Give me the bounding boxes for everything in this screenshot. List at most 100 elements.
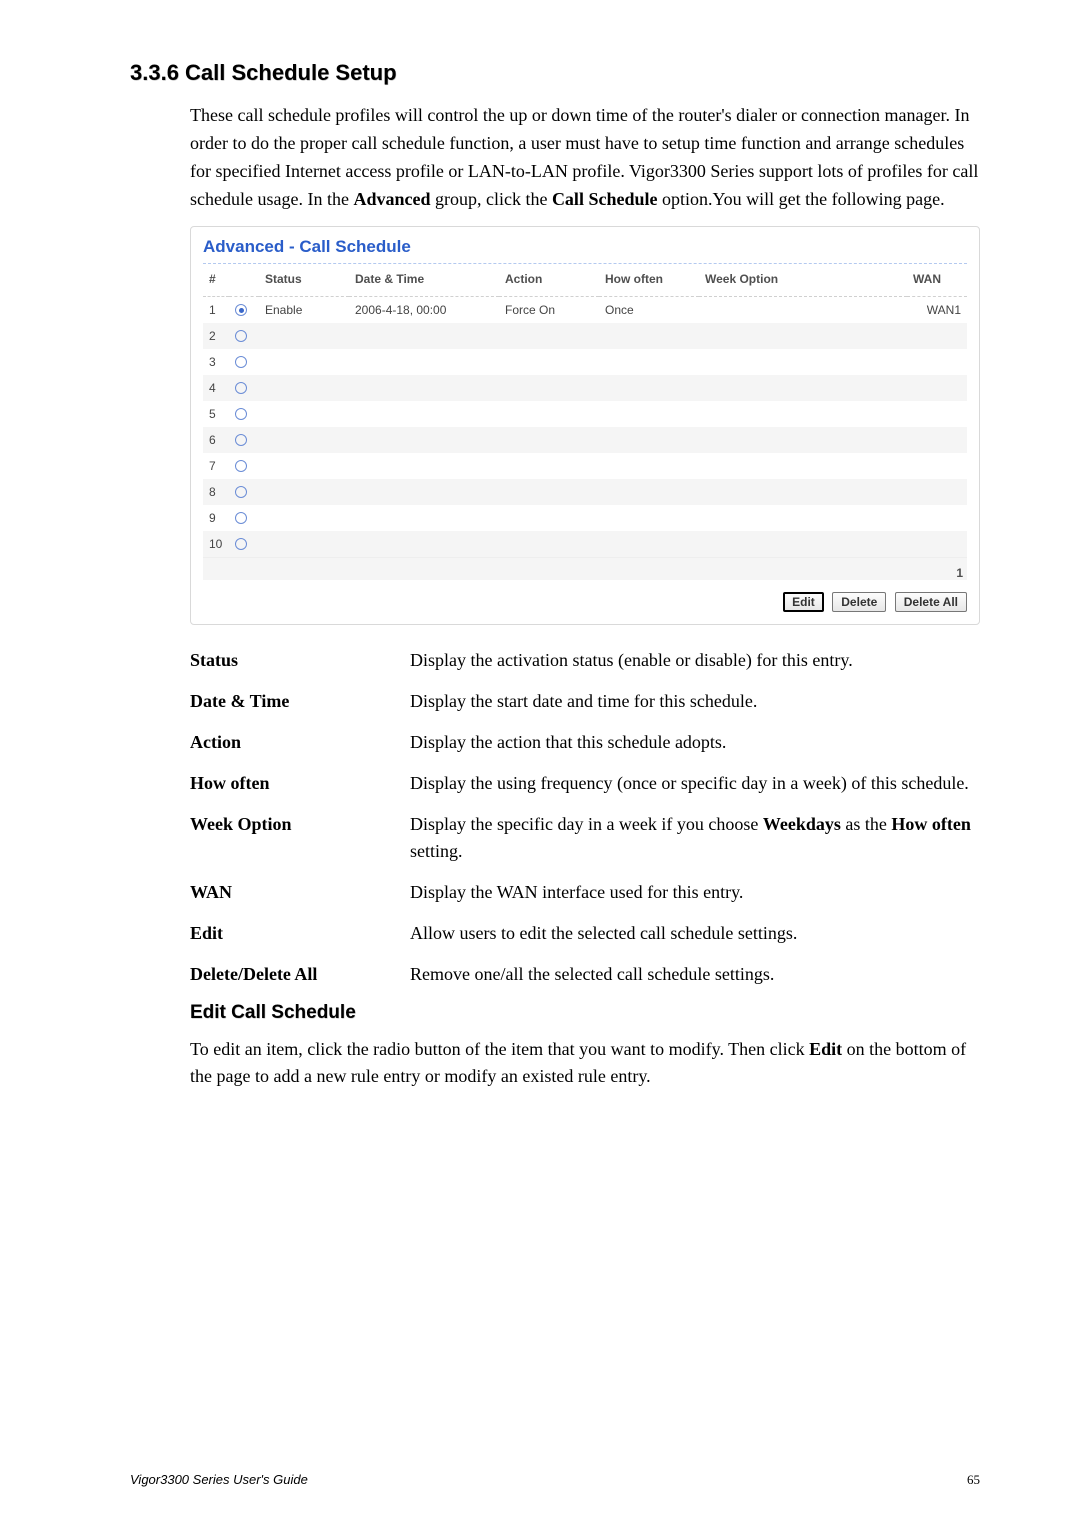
table-row: 1 Enable 2006-4-18, 00:00 Force On Once … [203, 296, 967, 323]
table-row: 6 [203, 427, 967, 453]
def-howoften: How often Display the using frequency (o… [190, 770, 980, 797]
def-deleteall: Delete/Delete All Remove one/all the sel… [190, 961, 980, 988]
call-schedule-screenshot: Advanced - Call Schedule # Status Date &… [190, 226, 980, 625]
cell-num: 1 [203, 296, 229, 323]
cell-weekoption [699, 296, 907, 323]
cell-action: Force On [499, 296, 599, 323]
def-desc: Display the using frequency (once or spe… [410, 770, 980, 797]
radio-selected-icon[interactable] [235, 304, 247, 316]
cell-radio[interactable] [229, 453, 259, 479]
edit-a: To edit an item, click the radio button … [190, 1039, 809, 1059]
radio-icon[interactable] [235, 382, 247, 394]
def-term: Edit [190, 920, 410, 947]
page-number: 65 [967, 1472, 980, 1488]
intro-bold-advanced: Advanced [353, 189, 430, 209]
cell-radio[interactable] [229, 296, 259, 323]
cell-num: 5 [203, 401, 229, 427]
intro-bold-callschedule: Call Schedule [552, 189, 658, 209]
table-row: 10 [203, 531, 967, 557]
cell-num: 6 [203, 427, 229, 453]
col-num: # [203, 264, 229, 297]
def-weekoption: Week Option Display the specific day in … [190, 811, 980, 865]
def-desc: Display the activation status (enable or… [410, 647, 980, 674]
section-heading: 3.3.6 Call Schedule Setup [130, 60, 980, 86]
page-footer: Vigor3300 Series User's Guide 65 [130, 1472, 980, 1488]
cell-num: 8 [203, 479, 229, 505]
cell-radio[interactable] [229, 531, 259, 557]
pager[interactable]: 1 [203, 557, 967, 580]
edit-button[interactable]: Edit [783, 592, 824, 612]
cell-radio[interactable] [229, 427, 259, 453]
intro-text-c: group, click the [430, 189, 551, 209]
cell-num: 3 [203, 349, 229, 375]
wo-b: Weekdays [763, 814, 841, 834]
radio-icon[interactable] [235, 512, 247, 524]
cell-radio[interactable] [229, 349, 259, 375]
def-desc: Remove one/all the selected call schedul… [410, 961, 980, 988]
intro-paragraph: These call schedule profiles will contro… [190, 102, 980, 214]
def-term: Delete/Delete All [190, 961, 410, 988]
cell-radio[interactable] [229, 323, 259, 349]
wo-a: Display the specific day in a week if yo… [410, 814, 763, 834]
table-row: 9 [203, 505, 967, 531]
def-wan: WAN Display the WAN interface used for t… [190, 879, 980, 906]
def-action: Action Display the action that this sche… [190, 729, 980, 756]
delete-all-button[interactable]: Delete All [895, 592, 967, 612]
schedule-table: # Status Date & Time Action How often We… [203, 264, 967, 557]
col-status: Status [259, 264, 349, 297]
table-row: 3 [203, 349, 967, 375]
col-howoften: How often [599, 264, 699, 297]
intro-text-e: option.You will get the following page. [657, 189, 944, 209]
cell-status: Enable [259, 296, 349, 323]
def-term: How often [190, 770, 410, 797]
col-weekoption: Week Option [699, 264, 907, 297]
cell-howoften: Once [599, 296, 699, 323]
wo-d: How often [891, 814, 971, 834]
screenshot-title: Advanced - Call Schedule [203, 237, 967, 264]
cell-wan: WAN1 [907, 296, 967, 323]
table-row: 7 [203, 453, 967, 479]
table-row: 2 [203, 323, 967, 349]
def-desc: Allow users to edit the selected call sc… [410, 920, 980, 947]
cell-radio[interactable] [229, 401, 259, 427]
col-radio [229, 264, 259, 297]
def-term: Week Option [190, 811, 410, 865]
radio-icon[interactable] [235, 538, 247, 550]
def-term: Action [190, 729, 410, 756]
def-term: WAN [190, 879, 410, 906]
cell-radio[interactable] [229, 479, 259, 505]
col-datetime: Date & Time [349, 264, 499, 297]
def-desc: Display the specific day in a week if yo… [410, 811, 980, 865]
col-action: Action [499, 264, 599, 297]
table-row: 5 [203, 401, 967, 427]
cell-num: 10 [203, 531, 229, 557]
wo-c: as the [841, 814, 891, 834]
radio-icon[interactable] [235, 330, 247, 342]
def-datetime: Date & Time Display the start date and t… [190, 688, 980, 715]
cell-radio[interactable] [229, 505, 259, 531]
radio-icon[interactable] [235, 434, 247, 446]
table-header-row: # Status Date & Time Action How often We… [203, 264, 967, 297]
footer-left: Vigor3300 Series User's Guide [130, 1472, 308, 1488]
def-term: Status [190, 647, 410, 674]
sub-heading-edit: Edit Call Schedule [190, 1002, 980, 1024]
radio-icon[interactable] [235, 356, 247, 368]
cell-num: 4 [203, 375, 229, 401]
cell-radio[interactable] [229, 375, 259, 401]
edit-b: Edit [809, 1039, 842, 1059]
def-desc: Display the WAN interface used for this … [410, 879, 980, 906]
table-row: 8 [203, 479, 967, 505]
radio-icon[interactable] [235, 460, 247, 472]
def-desc: Display the start date and time for this… [410, 688, 980, 715]
radio-icon[interactable] [235, 486, 247, 498]
cell-num: 7 [203, 453, 229, 479]
def-term: Date & Time [190, 688, 410, 715]
button-row: Edit Delete Delete All [203, 580, 967, 612]
cell-datetime: 2006-4-18, 00:00 [349, 296, 499, 323]
radio-icon[interactable] [235, 408, 247, 420]
col-wan: WAN [907, 264, 967, 297]
cell-num: 2 [203, 323, 229, 349]
def-edit: Edit Allow users to edit the selected ca… [190, 920, 980, 947]
table-row: 4 [203, 375, 967, 401]
delete-button[interactable]: Delete [832, 592, 886, 612]
